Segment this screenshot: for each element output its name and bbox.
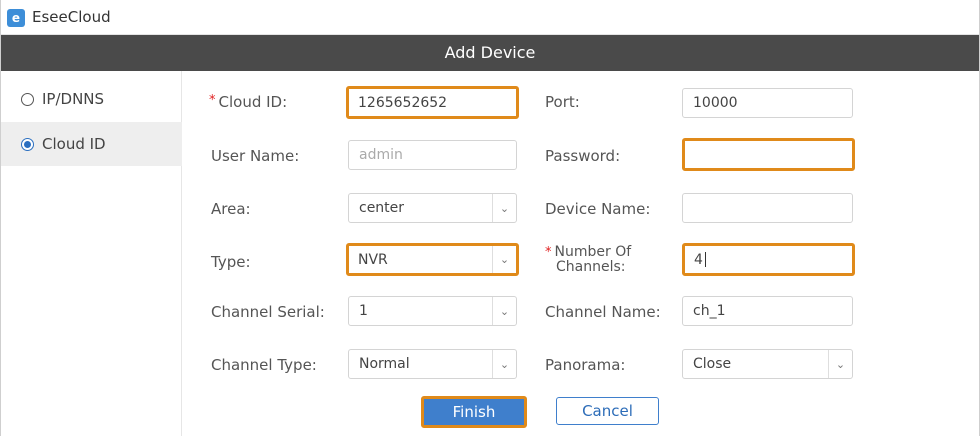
port-label: Port: <box>545 93 580 111</box>
channel-type-select[interactable]: Normal ⌄ <box>348 349 517 379</box>
password-label: Password: <box>545 147 621 165</box>
radio-unselected-icon[interactable] <box>21 92 34 106</box>
area-select[interactable]: center ⌄ <box>348 193 517 223</box>
type-label: Type: <box>211 253 251 271</box>
chevron-down-icon[interactable]: ⌄ <box>828 350 852 378</box>
sidebar: IP/DNNS Cloud ID <box>1 71 182 436</box>
title-bar: e EseeCloud <box>1 0 979 35</box>
device-name-input[interactable] <box>682 193 853 223</box>
sidebar-item-ip-dnns[interactable]: IP/DNNS <box>1 77 182 121</box>
number-of-channels-input[interactable]: 4 <box>682 243 855 276</box>
add-device-window: e EseeCloud Add Device IP/DNNS Cloud ID … <box>0 0 980 436</box>
password-input[interactable] <box>682 138 855 171</box>
app-title: EseeCloud <box>32 8 111 26</box>
text-cursor <box>704 252 706 267</box>
type-select[interactable]: NVR ⌄ <box>346 243 519 276</box>
sidebar-item-label: IP/DNNS <box>42 90 105 108</box>
required-mark: * <box>545 245 552 260</box>
user-name-input[interactable]: admin <box>348 140 517 170</box>
panorama-label: Panorama: <box>545 356 626 374</box>
channel-serial-select[interactable]: 1 ⌄ <box>348 296 517 326</box>
radio-selected-icon[interactable] <box>21 137 34 151</box>
panorama-select[interactable]: Close ⌄ <box>682 349 853 379</box>
chevron-down-icon[interactable]: ⌄ <box>492 297 516 325</box>
cloud-id-label: * Cloud ID: <box>209 93 288 111</box>
user-name-label: User Name: <box>211 147 300 165</box>
number-of-channels-label: * Number Of Channels: <box>545 244 632 275</box>
chevron-down-icon[interactable]: ⌄ <box>492 246 516 273</box>
dialog-title: Add Device <box>1 35 979 71</box>
finish-button[interactable]: Finish <box>421 396 527 428</box>
area-label: Area: <box>211 200 251 218</box>
sidebar-item-cloud-id[interactable]: Cloud ID <box>1 122 182 166</box>
cancel-button[interactable]: Cancel <box>556 397 659 425</box>
chevron-down-icon[interactable]: ⌄ <box>492 350 516 378</box>
channel-type-label: Channel Type: <box>211 356 317 374</box>
channel-name-input[interactable]: ch_1 <box>682 296 853 326</box>
sidebar-item-label: Cloud ID <box>42 135 106 153</box>
required-mark: * <box>209 93 216 108</box>
eseecloud-app-icon: e <box>7 9 25 27</box>
channel-serial-label: Channel Serial: <box>211 303 325 321</box>
device-name-label: Device Name: <box>545 200 651 218</box>
channel-name-label: Channel Name: <box>545 303 661 321</box>
chevron-down-icon[interactable]: ⌄ <box>492 194 516 222</box>
port-input[interactable]: 10000 <box>682 88 853 118</box>
cloud-id-input[interactable]: 1265652652 <box>346 86 519 119</box>
